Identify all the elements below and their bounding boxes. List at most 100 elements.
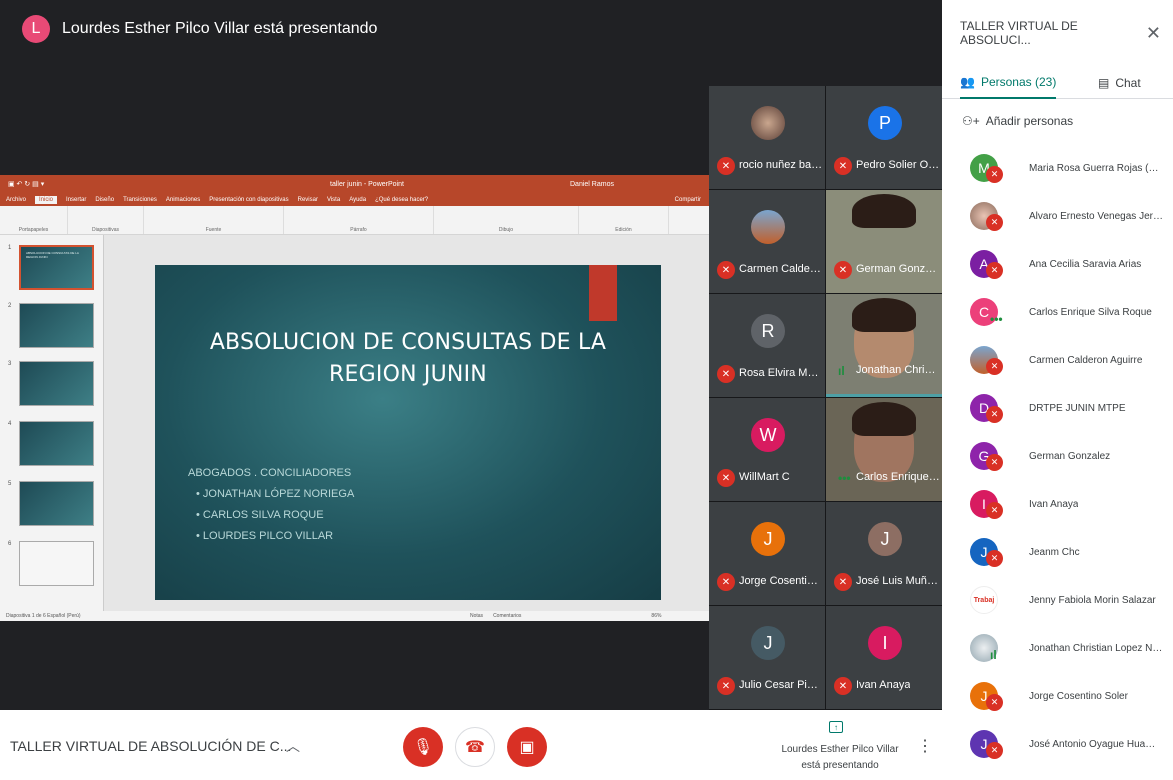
participant-tile[interactable]: J ✕ Julio Cesar Pino ... [709, 606, 825, 709]
mic-off-icon: ✕ [834, 573, 852, 591]
participant-tile[interactable]: J ✕ Jorge Cosentino ... [709, 502, 825, 605]
mic-off-button[interactable]: 🎙 [403, 727, 443, 767]
chevron-up-icon[interactable]: ︿ [286, 736, 300, 756]
participant-tile[interactable]: R ✕ Rosa Elvira Muda... [709, 294, 825, 397]
list-item[interactable]: ✕ Carmen Calderon Aguirre [942, 336, 1173, 384]
ribbon-group[interactable]: Portapapeles [0, 206, 68, 234]
camera-off-button[interactable]: ▣ [507, 727, 547, 767]
ppt-ribbon: Portapapeles Diapositivas Fuente Párrafo… [0, 206, 709, 235]
participant-name: Carmen Calderon Aguirre [1029, 354, 1143, 366]
slide-thumbnail[interactable] [19, 421, 94, 466]
participant-name: Pedro Solier Och... [856, 159, 940, 171]
slide-thumbnail[interactable] [19, 303, 94, 348]
hangup-button[interactable]: ☎ [455, 727, 495, 767]
hangup-icon: ☎ [465, 739, 485, 756]
slide-thumbnail[interactable] [19, 541, 94, 586]
ppt-tab[interactable]: Revisar [298, 197, 318, 203]
slide-title-line: ABSOLUCION DE CONSULTAS DE LA [209, 330, 607, 355]
panel-tabs: 👥 Personas (23) ▤ Chat [942, 66, 1173, 99]
list-item[interactable]: M ✕ Maria Rosa Guerra Rojas (Tú) [942, 144, 1173, 192]
list-item[interactable]: J ✕ José Antonio Oyague Huamani [942, 720, 1173, 768]
participant-video-tile[interactable]: ıl Jonathan Christi... [826, 294, 942, 397]
close-icon[interactable]: ✕ [1146, 23, 1161, 44]
tab-people[interactable]: 👥 Personas (23) [960, 66, 1057, 99]
ribbon-group[interactable]: Diapositivas [68, 206, 144, 234]
slide-thumbnail[interactable]: ABSOLUCION DE CONSULTAS DE LA REGION JUN… [19, 245, 94, 290]
ribbon-group[interactable]: Edición [579, 206, 669, 234]
ribbon-group[interactable]: Párrafo [284, 206, 434, 234]
list-item[interactable]: C ••• Carlos Enrique Silva Roque [942, 288, 1173, 336]
mic-off-icon: ✕ [717, 677, 735, 695]
list-item[interactable]: I ✕ Ivan Anaya [942, 480, 1173, 528]
ppt-tab[interactable]: Presentación con diapositivas [209, 197, 288, 203]
slide-thumbnail[interactable] [19, 361, 94, 406]
list-item[interactable]: ✕ Alvaro Ernesto Venegas Jerem... [942, 192, 1173, 240]
participant-tile[interactable]: ✕ Carmen Caldero... [709, 190, 825, 293]
ppt-share-button[interactable]: Compartir [675, 197, 701, 203]
present-icon[interactable]: ↑ [829, 721, 843, 733]
ppt-tab[interactable]: Transiciones [123, 197, 157, 203]
participant-name: German Gonzalez [1029, 450, 1111, 462]
participant-tile[interactable]: W ✕ WillMart C [709, 398, 825, 501]
list-item[interactable]: A ✕ Ana Cecilia Saravia Arias [942, 240, 1173, 288]
ppt-tab[interactable]: Insertar [66, 197, 86, 203]
participant-name: rocio nuñez bailon [739, 159, 823, 171]
avatar-photo [751, 106, 785, 140]
more-icon[interactable]: ⋮ [917, 736, 933, 756]
participant-tile[interactable]: ✕ rocio nuñez bailon [709, 86, 825, 189]
list-item[interactable]: J ✕ Jorge Cosentino Soler [942, 672, 1173, 720]
ppt-status-bar: Diapositiva 1 de 6 Español (Perú) Notas … [0, 611, 709, 621]
ppt-tab[interactable]: Ayuda [349, 197, 366, 203]
ppt-search-tab[interactable]: ¿Qué desea hacer? [375, 197, 428, 203]
slide-thumbnail[interactable] [19, 481, 94, 526]
mic-off-icon: ✕ [986, 502, 1003, 519]
ppt-titlebar: ▣ ↶ ↻ ▤ ▾ taller junin - PowerPoint Dani… [0, 175, 709, 193]
participant-video-tile[interactable]: ✕ German Gonzalez [826, 190, 942, 293]
mic-off-icon: ✕ [986, 550, 1003, 567]
tab-chat[interactable]: ▤ Chat [1098, 66, 1141, 99]
current-slide: ABSOLUCION DE CONSULTAS DE LA REGION JUN… [155, 265, 661, 600]
mic-off-icon: ✕ [986, 358, 1003, 375]
shared-screen-powerpoint: ▣ ↶ ↻ ▤ ▾ taller junin - PowerPoint Dani… [0, 175, 709, 621]
participant-name: Ana Cecilia Saravia Arias [1029, 258, 1142, 270]
participant-tile[interactable]: J ✕ José Luis Muñoz... [826, 502, 942, 605]
ppt-tab[interactable]: Vista [327, 197, 340, 203]
video-feed [852, 194, 916, 228]
ppt-tab[interactable]: Diseño [95, 197, 114, 203]
ppt-user: Daniel Ramos [570, 180, 614, 188]
participant-tile[interactable]: I ✕ Ivan Anaya [826, 606, 942, 709]
list-item[interactable]: G ✕ German Gonzalez [942, 432, 1173, 480]
presenter-avatar: L [22, 15, 50, 43]
ribbon-group[interactable]: Dibujo [434, 206, 579, 234]
ppt-tab-active[interactable]: Inicio [35, 195, 58, 204]
participant-video-tile[interactable]: ••• Carlos Enrique Si... [826, 398, 942, 501]
list-item[interactable]: D ✕ DRTPE JUNIN MTPE [942, 384, 1173, 432]
comments-button[interactable]: Comentarios [493, 613, 521, 619]
mic-off-icon: ✕ [834, 261, 852, 279]
participant-tile[interactable]: P ✕ Pedro Solier Och... [826, 86, 942, 189]
audio-level-icon: ıl [838, 364, 845, 378]
presenting-label: está presentando [801, 760, 879, 771]
participant-name: Ivan Anaya [1029, 498, 1079, 510]
participant-name: Ivan Anaya [856, 679, 911, 691]
ppt-tab[interactable]: Archivo [6, 197, 26, 203]
ppt-quick-access[interactable]: ▣ ↶ ↻ ▤ ▾ [8, 180, 44, 188]
list-item[interactable]: ıl Jonathan Christian Lopez Nori... [942, 624, 1173, 672]
participant-name: Jorge Cosentino Soler [1029, 690, 1128, 702]
ppt-tab[interactable]: Animaciones [166, 197, 200, 203]
list-item[interactable]: J ✕ Jeanm Chc [942, 528, 1173, 576]
ribbon-group[interactable]: Fuente [144, 206, 284, 234]
notes-button[interactable]: Notas [470, 613, 483, 619]
zoom-level[interactable]: 86% [651, 613, 661, 619]
add-people-button[interactable]: ⚇+ Añadir personas [962, 114, 1073, 128]
slide-bullet: • LOURDES PILCO VILLAR [196, 530, 334, 542]
mic-off-icon: ✕ [986, 454, 1003, 471]
list-item[interactable]: Trabaj Jenny Fabiola Morin Salazar [942, 576, 1173, 624]
presenting-name: Lourdes Esther Pilco Villar [781, 744, 899, 755]
audio-dots-icon: ••• [838, 471, 851, 485]
mic-off-icon: ✕ [717, 573, 735, 591]
participant-grid: ✕ rocio nuñez bailon P ✕ Pedro Solier Oc… [709, 86, 942, 710]
meeting-title[interactable]: TALLER VIRTUAL DE ABSOLUCIÓN DE C... [10, 738, 291, 754]
mic-off-icon: ✕ [834, 157, 852, 175]
presenting-status[interactable]: Lourdes Esther Pilco Villar está present… [775, 742, 905, 774]
